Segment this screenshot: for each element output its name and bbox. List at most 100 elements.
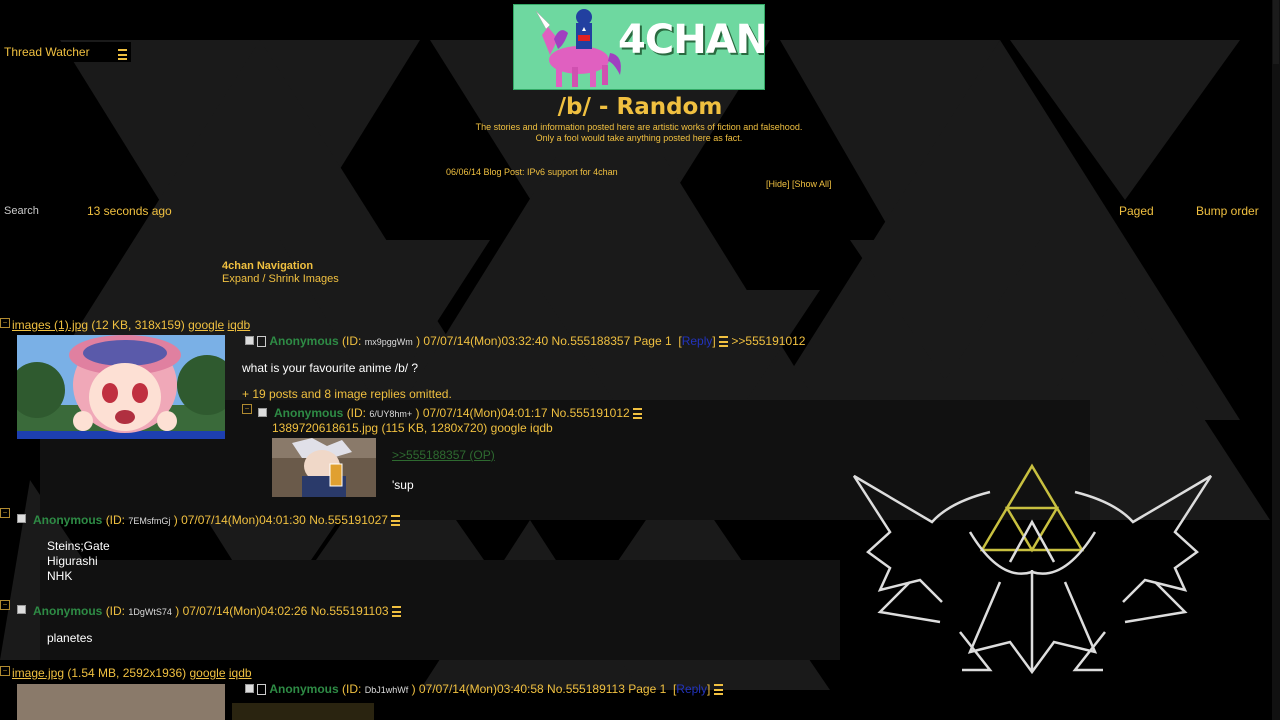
post-number-2[interactable]: No.555189113 xyxy=(547,682,625,696)
reply-poster-name: Anonymous xyxy=(274,406,344,420)
post-menu-icon-2[interactable] xyxy=(713,684,723,696)
thread-file-info-2: image.jpg (1.54 MB, 2592x1936) google iq… xyxy=(12,666,252,680)
reply-id-open: (ID: xyxy=(346,406,367,420)
reply-poster-id-2[interactable]: 7EMsfmGj xyxy=(128,516,170,526)
google-link[interactable]: google xyxy=(188,318,224,332)
hide-thread-icon[interactable]: − xyxy=(0,318,10,328)
reply-poster-name-3: Anonymous xyxy=(33,604,103,618)
comment-line: Steins;Gate xyxy=(47,539,110,553)
reply-date: 07/07/14(Mon)04:01:17 xyxy=(422,406,548,420)
hide-thread-icon-2[interactable]: − xyxy=(0,666,10,676)
poster-id-close-2: ) xyxy=(411,682,416,696)
iqdb-link[interactable]: iqdb xyxy=(228,318,251,332)
reply-thumbnail[interactable] xyxy=(272,438,376,497)
reply-date-3: 07/07/14(Mon)04:02:26 xyxy=(182,604,308,618)
poster-id-2[interactable]: DbJ1whWf xyxy=(365,685,409,695)
reply-id-open-2: (ID: xyxy=(105,513,126,527)
poster-name: Anonymous xyxy=(269,334,339,348)
reply-iqdb-link[interactable]: iqdb xyxy=(530,421,553,435)
google-link-2[interactable]: google xyxy=(189,666,225,680)
thread-file-info: images (1).jpg (12 KB, 318x159) google i… xyxy=(12,318,250,332)
backlink[interactable]: >>555191012 xyxy=(731,334,805,348)
last-updated: 13 seconds ago xyxy=(87,204,172,218)
reply-menu-icon-2[interactable] xyxy=(391,515,401,527)
post-checkbox[interactable] xyxy=(245,336,254,345)
poster-id-open-2: (ID: xyxy=(342,682,362,696)
comment-line: NHK xyxy=(47,569,73,583)
thread-watcher-label: Thread Watcher xyxy=(4,45,90,59)
show-all-link[interactable]: [Show All] xyxy=(792,179,832,189)
scrollbar-thumb[interactable] xyxy=(1273,0,1279,64)
op-post-header: Anonymous (ID: mx9pggWm ) 07/07/14(Mon)0… xyxy=(257,334,805,348)
reply-link[interactable]: Reply xyxy=(682,334,713,348)
reply-checkbox[interactable] xyxy=(258,408,267,417)
file-details: (12 KB, 318x159) xyxy=(91,318,185,332)
reply-file-details: (115 KB, 1280x720) xyxy=(381,421,488,435)
reply-menu-icon-3[interactable] xyxy=(391,606,401,618)
hide-reply-icon-3[interactable]: − xyxy=(0,600,10,610)
comment-line: Higurashi xyxy=(47,554,98,568)
op-thumbnail-2[interactable] xyxy=(17,684,225,720)
iqdb-link-2[interactable]: iqdb xyxy=(229,666,252,680)
hide-reply-icon[interactable]: − xyxy=(242,404,252,414)
paged-label: Paged xyxy=(1119,204,1154,218)
board-banner[interactable]: 4CHAN xyxy=(513,4,765,90)
reply-comment-2: Steins;Gate Higurashi NHK xyxy=(47,539,110,584)
reply-id-close-3: ) xyxy=(175,604,180,618)
paged-button[interactable]: Paged xyxy=(1116,201,1176,221)
hylian-crest-emblem xyxy=(852,463,1213,675)
reply-id-close-2: ) xyxy=(173,513,178,527)
blog-post-link[interactable]: 06/06/14 Blog Post: IPv6 support for 4ch… xyxy=(446,167,618,177)
bump-order-label: Bump order xyxy=(1196,204,1259,218)
op-post-header-2: Anonymous (ID: DbJ1whWf ) 07/07/14(Mon)0… xyxy=(257,682,723,696)
reply-file-link[interactable]: 1389720618615.jpg xyxy=(272,421,378,435)
file-details-2: (1.54 MB, 2592x1936) xyxy=(67,666,187,680)
page-scrollbar[interactable] xyxy=(1272,0,1280,720)
file-link[interactable]: images (1).jpg xyxy=(12,318,88,332)
op-thumbnail[interactable] xyxy=(17,335,225,439)
reply-poster-id[interactable]: 6/UY8hm+ xyxy=(369,409,412,419)
board-subtitle-2: Only a fool would take anything posted h… xyxy=(535,133,743,143)
expand-shrink-link[interactable]: Expand / Shrink Images xyxy=(222,273,339,285)
reply-poster-id-3[interactable]: 1DgWtS74 xyxy=(128,607,172,617)
thread-watcher[interactable]: Thread Watcher xyxy=(0,42,131,62)
embedded-preview-strip xyxy=(232,703,374,720)
nav-title: 4chan Navigation xyxy=(222,260,314,272)
reply-menu-icon[interactable] xyxy=(633,408,643,420)
post-number[interactable]: No.555188357 xyxy=(552,334,631,348)
reply-comment: 'sup xyxy=(392,478,414,492)
post-date: 07/07/14(Mon)03:32:40 xyxy=(423,334,549,348)
reply-number[interactable]: No.555191012 xyxy=(551,406,630,420)
hide-reply-icon-2[interactable]: − xyxy=(0,508,10,518)
hide-link[interactable]: [Hide] xyxy=(766,179,790,189)
op-comment: what is your favourite anime /b/ ? xyxy=(242,361,419,375)
poster-id-open: (ID: xyxy=(342,334,362,348)
search-label: Search xyxy=(4,205,39,217)
reply-number-3[interactable]: No.555191103 xyxy=(311,604,389,618)
menu-icon[interactable] xyxy=(118,49,127,61)
post-date-2: 07/07/14(Mon)03:40:58 xyxy=(418,682,544,696)
file-link-2[interactable]: image.jpg xyxy=(12,666,64,680)
post-menu-icon[interactable] xyxy=(719,336,729,348)
reply-date-2: 07/07/14(Mon)04:01:30 xyxy=(181,513,306,527)
banner-logo-text: 4CHAN xyxy=(618,17,765,63)
reply-file-info: 1389720618615.jpg (115 KB, 1280x720) goo… xyxy=(272,421,553,435)
reply-google-link[interactable]: google xyxy=(491,421,527,435)
hide-show-links: [Hide] [Show All] xyxy=(766,179,832,189)
reply-header: Anonymous (ID: 6/UY8hm+ ) 07/07/14(Mon)0… xyxy=(274,406,643,420)
bookmark-icon[interactable] xyxy=(257,336,266,348)
poster-name-2: Anonymous xyxy=(269,682,339,696)
bookmark-icon-2[interactable] xyxy=(257,684,266,696)
poster-id[interactable]: mx9pggWm xyxy=(365,337,413,347)
reply-link-2[interactable]: Reply xyxy=(676,682,707,696)
reply-header-2: Anonymous (ID: 7EMsfmGj ) 07/07/14(Mon)0… xyxy=(33,513,401,527)
reply-checkbox-3[interactable] xyxy=(17,605,26,614)
unicorn-rider-image xyxy=(535,9,621,87)
bump-order-button[interactable]: Bump order xyxy=(1190,201,1268,221)
reply-comment-3: planetes xyxy=(47,631,93,645)
reply-checkbox-2[interactable] xyxy=(17,514,26,523)
post-checkbox-2[interactable] xyxy=(245,684,254,693)
search-box[interactable]: Search xyxy=(0,203,78,220)
reply-quotelink[interactable]: >>555188357 (OP) xyxy=(392,448,495,462)
reply-number-2[interactable]: No.555191027 xyxy=(309,513,388,527)
